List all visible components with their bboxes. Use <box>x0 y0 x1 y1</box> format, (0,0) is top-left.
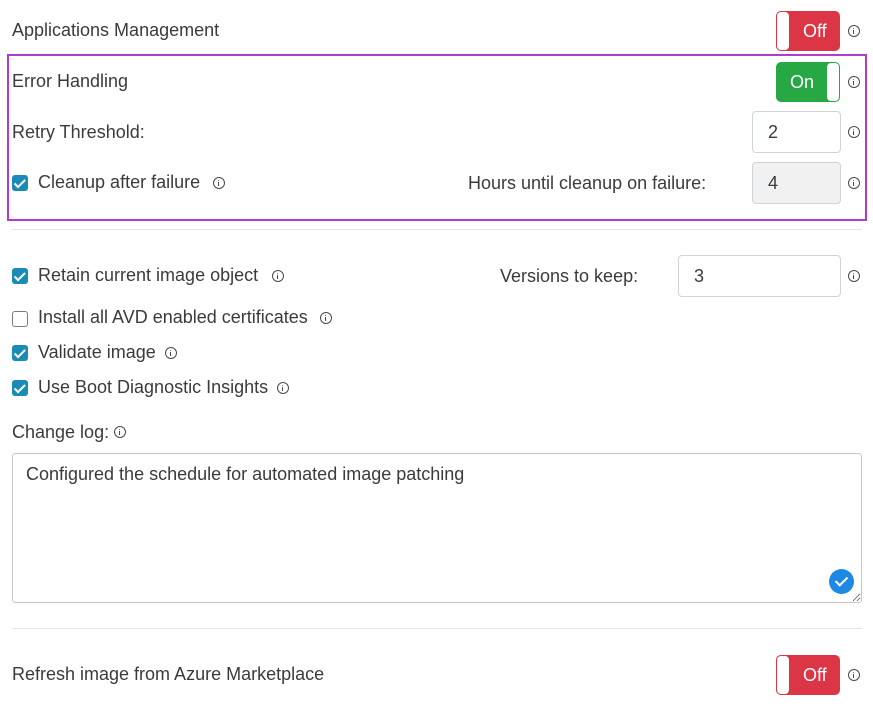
refresh-image-label: Refresh image from Azure Marketplace <box>12 664 325 684</box>
applications-management-label: Applications Management <box>12 20 220 40</box>
change-log-textarea[interactable]: Configured the schedule for automated im… <box>12 453 862 603</box>
validate-image-label: Validate image <box>38 342 156 362</box>
install-certificates-checkbox[interactable] <box>12 311 28 327</box>
error-handling-toggle[interactable]: On <box>776 62 840 102</box>
toggle-state-label: Off <box>803 665 827 685</box>
applications-management-toggle[interactable]: Off <box>776 11 840 51</box>
toggle-knob <box>776 655 790 695</box>
boot-diagnostic-label: Use Boot Diagnostic Insights <box>38 377 269 397</box>
versions-to-keep-label: Versions to keep: <box>500 266 639 286</box>
refresh-image-toggle[interactable]: Off <box>776 655 840 695</box>
info-icon[interactable] <box>848 669 860 681</box>
info-icon[interactable] <box>277 382 289 394</box>
divider <box>12 229 862 230</box>
info-icon[interactable] <box>848 177 860 189</box>
info-icon[interactable] <box>165 347 177 359</box>
cleanup-after-failure-checkbox[interactable] <box>12 175 28 191</box>
validation-check-icon <box>829 569 854 594</box>
retain-image-checkbox[interactable] <box>12 268 28 284</box>
info-icon[interactable] <box>272 270 284 282</box>
toggle-state-label: Off <box>803 21 827 41</box>
versions-to-keep-input[interactable]: 3 <box>678 255 841 297</box>
toggle-knob <box>826 62 840 102</box>
cleanup-after-failure-label: Cleanup after failure <box>38 172 201 192</box>
error-handling-label: Error Handling <box>12 71 129 91</box>
change-log-label: Change log: <box>12 422 110 442</box>
info-icon[interactable] <box>848 25 860 37</box>
install-certificates-label: Install all AVD enabled certificates <box>38 307 308 327</box>
boot-diagnostic-checkbox[interactable] <box>12 380 28 396</box>
retry-threshold-input[interactable]: 2 <box>752 111 841 153</box>
info-icon[interactable] <box>848 126 860 138</box>
validate-image-checkbox[interactable] <box>12 345 28 361</box>
hours-until-cleanup-input[interactable]: 4 <box>752 162 841 204</box>
info-icon[interactable] <box>320 312 332 324</box>
hours-until-cleanup-label: Hours until cleanup on failure: <box>468 173 707 193</box>
toggle-state-label: On <box>790 72 815 92</box>
divider <box>12 628 862 629</box>
retry-threshold-label: Retry Threshold: <box>12 122 145 142</box>
info-icon[interactable] <box>848 76 860 88</box>
info-icon[interactable] <box>114 426 126 438</box>
info-icon[interactable] <box>848 270 860 282</box>
retain-image-label: Retain current image object <box>38 265 259 285</box>
info-icon[interactable] <box>213 177 225 189</box>
toggle-knob <box>776 11 790 51</box>
